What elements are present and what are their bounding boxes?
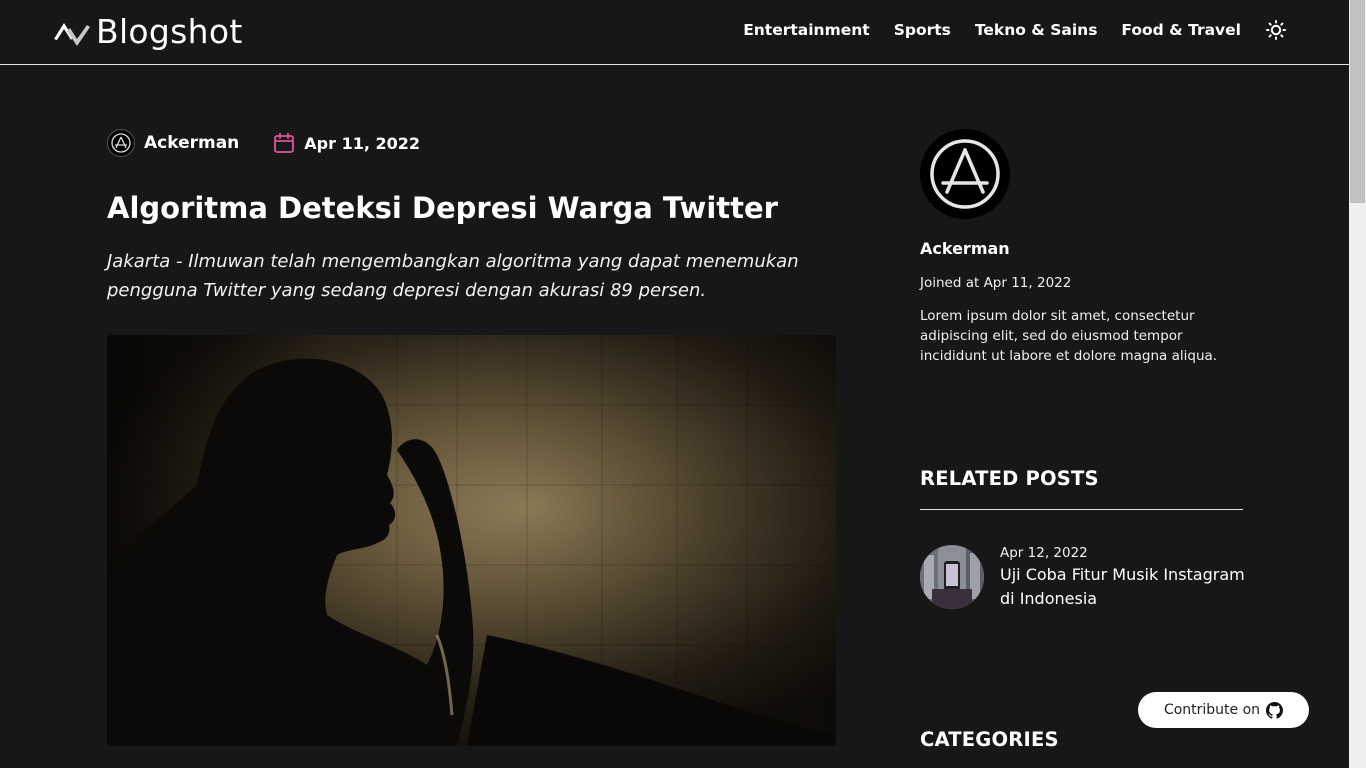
nav-item-tekno-sains[interactable]: Tekno & Sains <box>975 21 1098 39</box>
author-avatar[interactable] <box>107 129 135 157</box>
app-store-logo-icon <box>930 139 1000 209</box>
related-divider <box>920 509 1243 510</box>
nav-item-entertainment[interactable]: Entertainment <box>743 21 870 39</box>
related-post-date: Apr 12, 2022 <box>1000 545 1088 561</box>
article-hero-image <box>107 335 836 746</box>
related-post-item[interactable]: Apr 12, 2022 Uji Coba Fitur Musik Instag… <box>920 545 1250 611</box>
contribute-button[interactable]: Contribute on <box>1138 692 1309 728</box>
article-author[interactable]: Ackerman <box>144 133 239 153</box>
sidebar-author-name[interactable]: Ackerman <box>920 239 1010 258</box>
article-date: Apr 11, 2022 <box>304 133 421 153</box>
page-scrollbar[interactable] <box>1349 0 1366 768</box>
related-post-title[interactable]: Uji Coba Fitur Musik Instagram di Indone… <box>1000 563 1250 611</box>
sidebar-author-avatar[interactable] <box>920 129 1010 219</box>
related-posts-heading: RELATED POSTS <box>920 467 1099 490</box>
theme-toggle-button[interactable] <box>1265 19 1287 41</box>
scrollbar-thumb[interactable] <box>1350 0 1365 203</box>
contribute-label: Contribute on <box>1163 702 1261 718</box>
nav-item-sports[interactable]: Sports <box>894 21 951 39</box>
related-post-thumbnail <box>920 545 984 609</box>
brand-link[interactable]: Blogshot <box>53 12 243 52</box>
article-lead: Jakarta - Ilmuwan telah mengembangkan al… <box>107 251 799 301</box>
github-icon <box>1266 701 1284 719</box>
sidebar-author-bio: Lorem ipsum dolor sit amet, consectetur … <box>920 308 1218 364</box>
article-meta: Ackerman Apr 11, 2022 <box>107 129 420 157</box>
main-nav: Entertainment Sports Tekno & Sains Food … <box>719 19 1287 41</box>
article-title: Algoritma Deteksi Depresi Warga Twitter <box>107 191 778 225</box>
article-date-wrap: Apr 11, 2022 <box>273 132 420 154</box>
categories-heading: CATEGORIES <box>920 728 1059 751</box>
app-store-logo-icon <box>111 133 131 153</box>
calendar-icon <box>274 132 295 153</box>
brand-name: Blogshot <box>96 12 243 51</box>
brand-logo-icon <box>54 23 90 46</box>
nav-item-food-travel[interactable]: Food & Travel <box>1121 21 1241 39</box>
sun-icon <box>1266 20 1286 40</box>
site-header: Blogshot Entertainment Sports Tekno & Sa… <box>0 0 1349 65</box>
sidebar-author-joined: Joined at Apr 11, 2022 <box>920 275 1072 291</box>
